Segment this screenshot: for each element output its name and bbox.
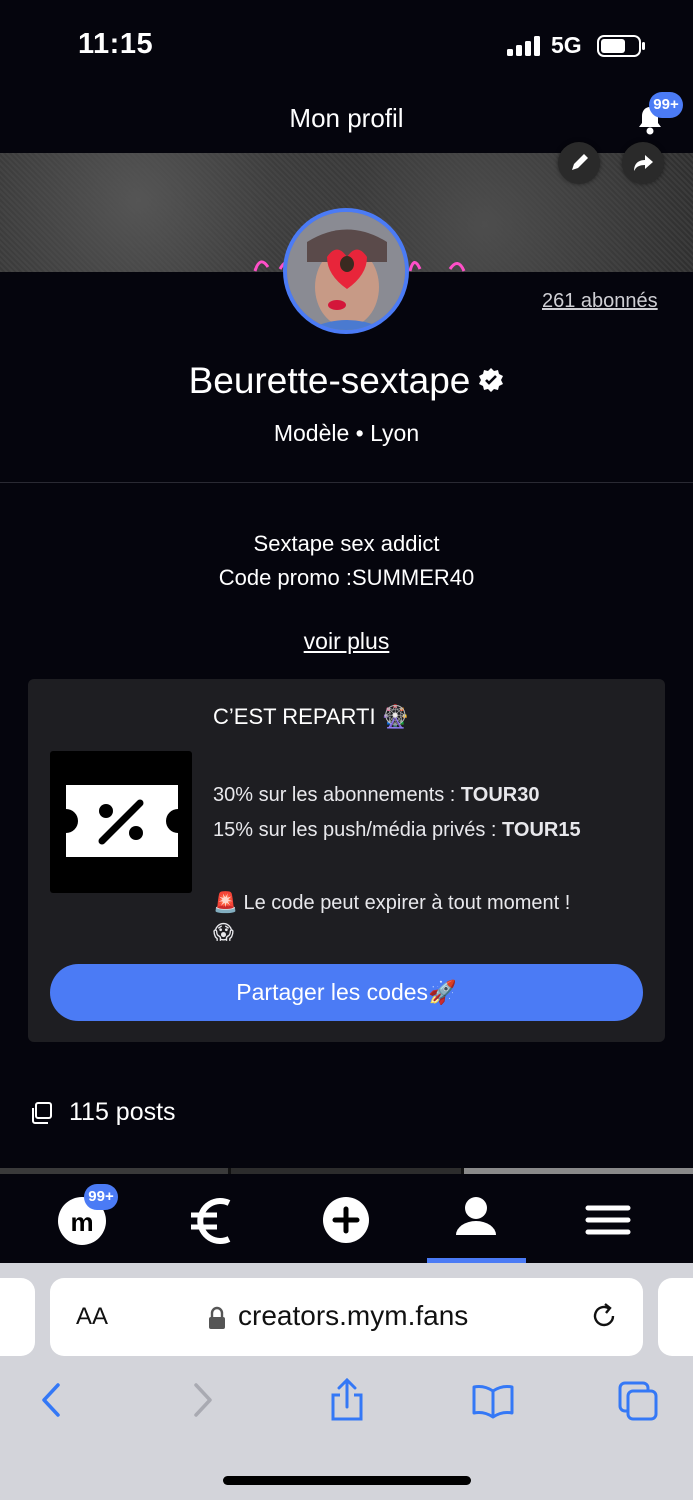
add-circle-icon bbox=[323, 1197, 369, 1243]
promo-warning: 🚨 Le code peut expirer à tout moment ! bbox=[213, 892, 571, 914]
profile-person-icon bbox=[456, 1197, 496, 1235]
euro-icon bbox=[191, 1198, 231, 1244]
network-label: 5G bbox=[551, 32, 582, 58]
nav-item-home[interactable]: m bbox=[32, 1175, 132, 1263]
lock-icon bbox=[209, 1306, 225, 1329]
share-arrow-icon bbox=[634, 155, 653, 171]
edit-cover-button[interactable] bbox=[558, 142, 600, 184]
battery-icon bbox=[597, 35, 645, 57]
nav-item-profile[interactable] bbox=[427, 1175, 527, 1263]
promo-ticket-logo bbox=[50, 751, 192, 893]
forward-icon[interactable] bbox=[180, 1377, 224, 1423]
hamburger-menu-icon bbox=[585, 1205, 631, 1235]
bio-line: Code promo :SUMMER40 bbox=[218, 565, 475, 590]
tabs-icon[interactable] bbox=[617, 1377, 661, 1423]
status-time: 11:15 bbox=[78, 28, 154, 60]
share-icon[interactable] bbox=[325, 1377, 369, 1423]
notification-badge: 99+ bbox=[649, 92, 683, 118]
posts-stack-icon bbox=[32, 1102, 52, 1124]
mym-logo-icon: m bbox=[58, 1197, 106, 1245]
posts-thumbnail-strip[interactable] bbox=[0, 1168, 693, 1174]
pencil-icon bbox=[572, 154, 588, 170]
next-tab-preview[interactable] bbox=[658, 1278, 693, 1356]
promo-offer-private-media: 15% sur les push/média privés : TOUR15 bbox=[213, 819, 581, 841]
verified-badge-icon bbox=[479, 368, 504, 393]
discount-ticket-icon bbox=[66, 785, 178, 857]
avatar[interactable] bbox=[283, 208, 409, 334]
profile-name: Beurette-sextape bbox=[0, 360, 693, 402]
page-title: Mon profil bbox=[289, 103, 404, 133]
see-more-link[interactable]: voir plus bbox=[0, 628, 693, 655]
bio-line: Sextape sex addict bbox=[253, 531, 440, 556]
profile-name-text: Beurette-sextape bbox=[188, 360, 471, 401]
nav-item-earnings[interactable] bbox=[161, 1175, 261, 1263]
promo-code: TOUR30 bbox=[460, 784, 540, 806]
share-profile-button[interactable] bbox=[622, 142, 664, 184]
promo-code: TOUR15 bbox=[502, 819, 581, 841]
signal-icon bbox=[507, 36, 540, 56]
share-codes-button[interactable]: Partager les codes🚀 bbox=[50, 964, 643, 1021]
home-indicator bbox=[223, 1476, 471, 1485]
divider bbox=[0, 482, 693, 483]
nav-home-badge: 99+ bbox=[84, 1184, 118, 1210]
promo-title: C’EST REPARTI 🎡 bbox=[213, 704, 410, 729]
svg-text:m: m bbox=[70, 1207, 93, 1237]
previous-tab-preview[interactable] bbox=[0, 1278, 35, 1356]
nav-item-menu[interactable] bbox=[558, 1175, 658, 1263]
promo-offer-subscriptions: 30% sur les abonnements : TOUR30 bbox=[213, 784, 540, 806]
url-text[interactable]: creators.mym.fans bbox=[238, 1300, 468, 1332]
bookmarks-icon[interactable] bbox=[471, 1377, 515, 1423]
reader-options-button[interactable]: AA bbox=[76, 1303, 108, 1331]
nav-item-create[interactable] bbox=[296, 1175, 396, 1263]
promo-warning-emoji: 😱 bbox=[213, 922, 234, 944]
followers-count-link[interactable]: 261 abonnés bbox=[542, 290, 658, 313]
reload-icon[interactable] bbox=[588, 1300, 620, 1332]
back-icon[interactable] bbox=[30, 1377, 74, 1423]
profile-subtitle: Modèle • Lyon bbox=[273, 420, 420, 446]
avatar-photo bbox=[287, 212, 405, 330]
posts-count: 115 posts bbox=[69, 1098, 176, 1126]
